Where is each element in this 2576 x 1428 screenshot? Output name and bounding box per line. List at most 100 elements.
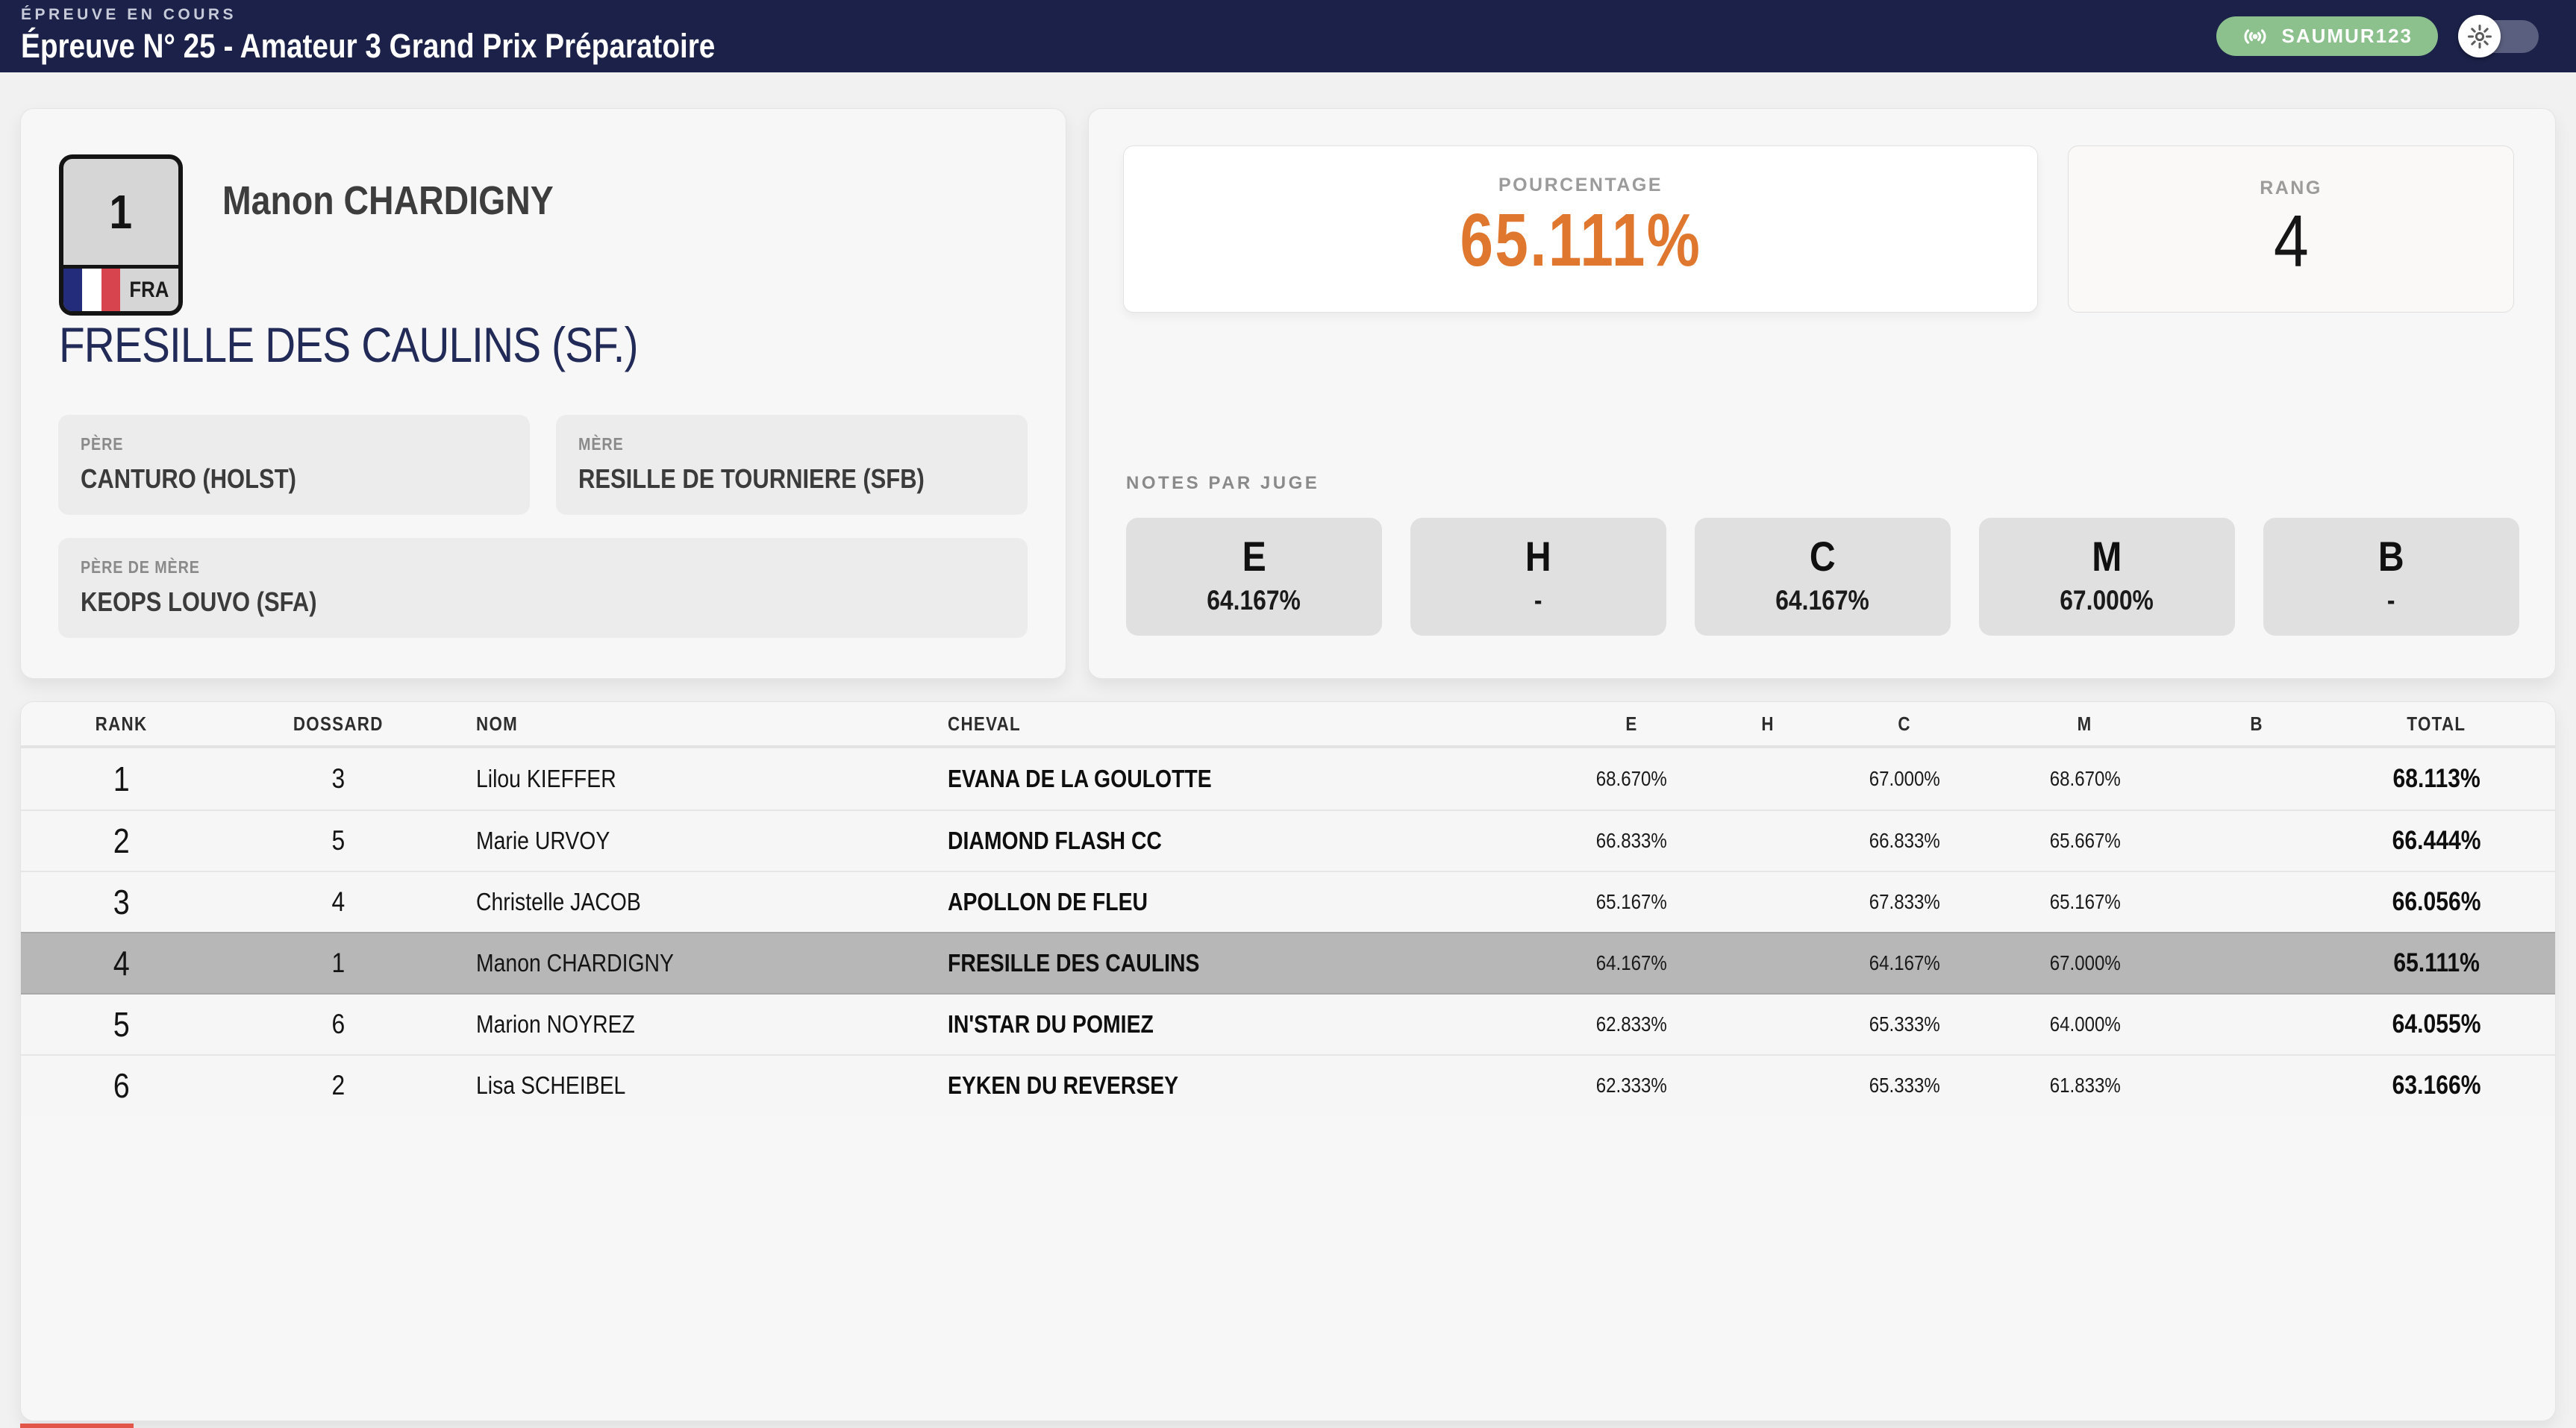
c-cell: 64.167% [1836, 933, 1973, 993]
judge-score-box: H - [1410, 518, 1666, 636]
table-header-cell: M [1973, 702, 2197, 745]
lineage-value: CANTURO (HOLST) [81, 463, 507, 495]
results-table: RANKDOSSARDNOMCHEVALEHCMBTOTAL 13Lilou K… [20, 701, 2556, 1421]
judge-letter: H [1410, 536, 1666, 577]
m-cell: 65.167% [1973, 872, 2197, 932]
nom-cell: Lisa SCHEIBEL [454, 1056, 939, 1115]
e-cell: 66.833% [1563, 811, 1700, 871]
c-cell: 65.333% [1836, 1056, 1973, 1115]
judge-scores-row: E 64.167% H - C 64.167% M 67.000% B - [1126, 518, 2519, 636]
dossard-cell: 1 [222, 933, 454, 993]
theme-toggle[interactable] [2458, 15, 2539, 57]
judge-score-box: M 67.000% [1979, 518, 2235, 636]
table-header-cell: E [1563, 702, 1700, 745]
cheval-cell: EVANA DE LA GOULOTTE [939, 748, 1563, 809]
h-cell [1700, 811, 1836, 871]
score-panel: POURCENTAGE 65.111% RANG 4 NOTES PAR JUG… [1088, 108, 2556, 679]
rank-label: RANG [2069, 178, 2513, 199]
cheval-cell: EYKEN DU REVERSEY [939, 1056, 1563, 1115]
h-cell [1700, 748, 1836, 809]
dossard-cell: 3 [222, 748, 454, 809]
cheval-cell: DIAMOND FLASH CC [939, 811, 1563, 871]
country-code: FRA [120, 269, 178, 311]
judge-score: - [2263, 586, 2519, 614]
rank-cell: 2 [21, 811, 222, 871]
judge-score: 64.167% [1126, 586, 1382, 614]
nom-cell: Christelle JACOB [454, 872, 939, 932]
table-row[interactable]: 34Christelle JACOBAPOLLON DE FLEU65.167%… [21, 871, 2555, 932]
total-cell: 65.111% [2316, 933, 2556, 993]
table-header-cell: RANK [21, 702, 222, 745]
h-cell [1700, 933, 1836, 993]
table-header-cell: H [1700, 702, 1836, 745]
lineage-box-pere: PÈRE CANTURO (HOLST) [58, 415, 530, 515]
c-cell: 67.833% [1836, 872, 1973, 932]
judge-letter: E [1126, 536, 1382, 577]
table-header-cell: DOSSARD [222, 702, 454, 745]
rank-cell: 3 [21, 872, 222, 932]
table-header-cell: C [1836, 702, 1973, 745]
live-badge-label: SAUMUR123 [2282, 25, 2413, 48]
rank-cell: 5 [21, 995, 222, 1054]
rider-card: 1 FRA Manon CHARDIGNY FRESILLE DES CAULI… [20, 108, 1066, 679]
bib-country-strip: FRA [63, 265, 178, 311]
lineage-label: MÈRE [578, 434, 1005, 454]
h-cell [1700, 1056, 1836, 1115]
table-row[interactable]: 62Lisa SCHEIBELEYKEN DU REVERSEY62.333% 6… [21, 1054, 2555, 1115]
cheval-cell: FRESILLE DES CAULINS [939, 933, 1563, 993]
b-cell [2197, 995, 2316, 1054]
judge-score-box: E 64.167% [1126, 518, 1382, 636]
table-row[interactable]: 41Manon CHARDIGNYFRESILLE DES CAULINS64.… [21, 932, 2555, 993]
m-cell: 64.000% [1973, 995, 2197, 1054]
total-cell: 68.113% [2316, 748, 2556, 809]
m-cell: 61.833% [1973, 1056, 2197, 1115]
rank-cell: 6 [21, 1056, 222, 1115]
e-cell: 65.167% [1563, 872, 1700, 932]
dossard-cell: 4 [222, 872, 454, 932]
m-cell: 67.000% [1973, 933, 2197, 993]
page-title: Épreuve N° 25 - Amateur 3 Grand Prix Pré… [21, 27, 828, 66]
rider-name: Manon CHARDIGNY [222, 178, 607, 224]
rank-value: 4 [2069, 199, 2513, 284]
lineage-box-pere-de-mere: PÈRE DE MÈRE KEOPS LOUVO (SFA) [58, 538, 1028, 638]
c-cell: 65.333% [1836, 995, 1973, 1054]
nom-cell: Marie URVOY [454, 811, 939, 871]
percentage-value: 65.111% [1124, 198, 2037, 284]
judge-score-box: B - [2263, 518, 2519, 636]
total-cell: 66.056% [2316, 872, 2556, 932]
loading-progress-bar [20, 1424, 134, 1428]
table-row[interactable]: 56Marion NOYREZIN'STAR DU POMIEZ62.833%6… [21, 993, 2555, 1054]
lineage-box-mere: MÈRE RESILLE DE TOURNIERE (SFB) [556, 415, 1028, 515]
lineage-label: PÈRE [81, 434, 507, 454]
table-row[interactable]: 13Lilou KIEFFEREVANA DE LA GOULOTTE68.67… [21, 748, 2555, 809]
b-cell [2197, 872, 2316, 932]
nom-cell: Marion NOYREZ [454, 995, 939, 1054]
rank-cell: 4 [21, 933, 222, 993]
dossard-cell: 2 [222, 1056, 454, 1115]
cheval-cell: APOLLON DE FLEU [939, 872, 1563, 932]
event-status-kicker: ÉPREUVE EN COURS [21, 6, 237, 24]
table-row[interactable]: 25Marie URVOYDIAMOND FLASH CC66.833%66.8… [21, 809, 2555, 871]
e-cell: 62.333% [1563, 1056, 1700, 1115]
table-header-row: RANKDOSSARDNOMCHEVALEHCMBTOTAL [21, 702, 2555, 748]
judge-score: 64.167% [1695, 586, 1951, 614]
judge-score: - [1410, 586, 1666, 614]
total-cell: 66.444% [2316, 811, 2556, 871]
judge-score: 67.000% [1979, 586, 2235, 614]
table-header-cell: TOTAL [2316, 702, 2556, 745]
h-cell [1700, 872, 1836, 932]
table-header-cell: CHEVAL [939, 702, 1563, 745]
live-badge[interactable]: SAUMUR123 [2216, 16, 2439, 56]
b-cell [2197, 748, 2316, 809]
judge-letter: B [2263, 536, 2519, 577]
top-header-bar: ÉPREUVE EN COURS Épreuve N° 25 - Amateur… [0, 0, 2576, 72]
b-cell [2197, 1056, 2316, 1115]
sun-icon [2468, 25, 2492, 48]
b-cell [2197, 811, 2316, 871]
dossard-cell: 6 [222, 995, 454, 1054]
theme-toggle-knob [2458, 15, 2501, 57]
judge-score-box: C 64.167% [1695, 518, 1951, 636]
e-cell: 64.167% [1563, 933, 1700, 993]
judge-letter: C [1695, 536, 1951, 577]
lineage-value: RESILLE DE TOURNIERE (SFB) [578, 463, 1005, 495]
